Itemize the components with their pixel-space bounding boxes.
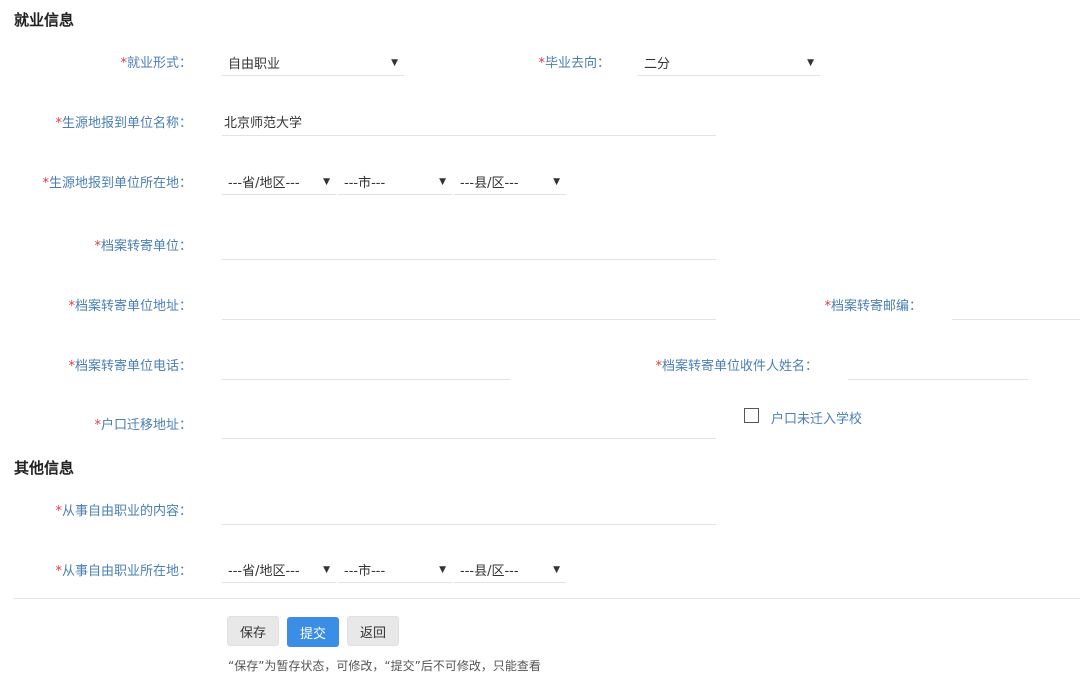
report-unit-name-input[interactable]: 北京师范大学 bbox=[222, 110, 716, 136]
chevron-down-icon: ▼ bbox=[323, 176, 330, 187]
chevron-down-icon: ▼ bbox=[553, 564, 560, 575]
report-county-select[interactable]: ---县/区--- ▼ bbox=[454, 169, 566, 195]
chevron-down-icon: ▼ bbox=[391, 57, 398, 68]
freelance-location-label: *从事自由职业所在地： bbox=[55, 564, 192, 579]
hukou-address-label: *户口迁移地址： bbox=[94, 418, 192, 433]
archive-unit-address-label: *档案转寄单位地址： bbox=[68, 299, 192, 314]
employment-section-title: 就业信息 bbox=[14, 11, 75, 29]
freelance-province-select[interactable]: ---省/地区--- ▼ bbox=[222, 557, 336, 583]
chevron-down-icon: ▼ bbox=[323, 564, 330, 575]
chevron-down-icon: ▼ bbox=[807, 57, 814, 68]
submit-button[interactable]: 提交 bbox=[287, 617, 339, 647]
save-button[interactable]: 保存 bbox=[227, 616, 279, 646]
form-divider bbox=[14, 598, 1080, 599]
back-button[interactable]: 返回 bbox=[347, 616, 399, 646]
other-section-title: 其他信息 bbox=[14, 459, 75, 477]
footer-note: “保存”为暂存状态，可修改，“提交”后不可修改，只能查看 bbox=[228, 659, 541, 673]
archive-postcode-input[interactable] bbox=[952, 298, 1080, 320]
report-province-select[interactable]: ---省/地区--- ▼ bbox=[222, 169, 336, 195]
chevron-down-icon: ▼ bbox=[439, 176, 446, 187]
archive-unit-input[interactable] bbox=[222, 238, 716, 260]
freelance-city-select[interactable]: ---市--- ▼ bbox=[338, 557, 452, 583]
freelance-content-label: *从事自由职业的内容： bbox=[55, 504, 192, 519]
employment-form-label: *就业形式： bbox=[120, 56, 192, 71]
employment-form-select[interactable]: 自由职业 ▼ bbox=[222, 50, 404, 76]
archive-recipient-name-label: *档案转寄单位收件人姓名： bbox=[655, 359, 818, 374]
archive-postcode-label: *档案转寄邮编： bbox=[824, 299, 922, 314]
freelance-county-select[interactable]: ---县/区--- ▼ bbox=[454, 557, 566, 583]
report-unit-name-label: *生源地报到单位名称： bbox=[55, 116, 192, 131]
archive-unit-phone-input[interactable] bbox=[222, 358, 510, 380]
chevron-down-icon: ▼ bbox=[553, 176, 560, 187]
report-unit-location-label: *生源地报到单位所在地： bbox=[42, 176, 192, 191]
hukou-address-input[interactable] bbox=[222, 417, 716, 439]
hukou-not-moved-checkbox[interactable] bbox=[744, 408, 759, 423]
archive-recipient-name-input[interactable] bbox=[848, 358, 1028, 380]
chevron-down-icon: ▼ bbox=[439, 564, 446, 575]
hukou-not-moved-label[interactable]: 户口未迁入学校 bbox=[771, 408, 862, 427]
graduation-destination-label: *毕业去向： bbox=[538, 56, 610, 71]
archive-unit-phone-label: *档案转寄单位电话： bbox=[68, 359, 192, 374]
report-city-select[interactable]: ---市--- ▼ bbox=[338, 169, 452, 195]
graduation-destination-select[interactable]: 二分 ▼ bbox=[638, 50, 820, 76]
freelance-content-input[interactable] bbox=[222, 503, 716, 525]
archive-unit-address-input[interactable] bbox=[222, 298, 716, 320]
archive-unit-label: *档案转寄单位： bbox=[94, 239, 192, 254]
